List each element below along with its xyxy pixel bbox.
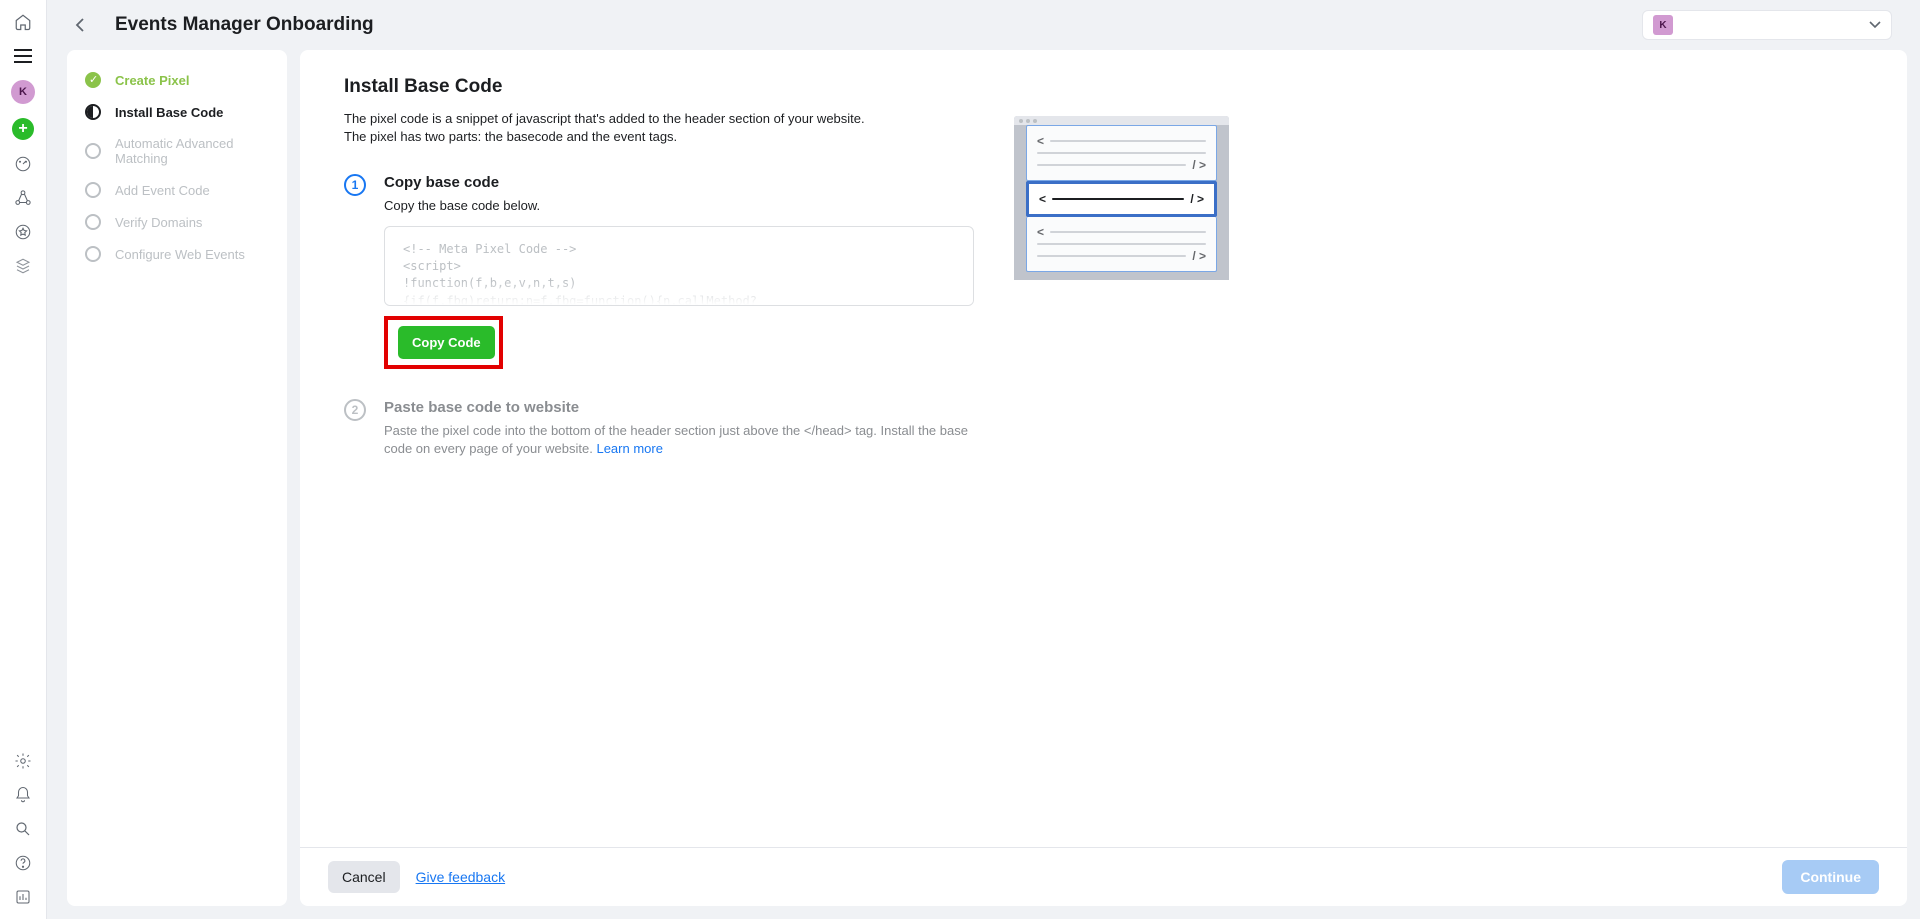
circle-icon [85,246,101,262]
avatar[interactable]: K [11,80,35,104]
steps-sidebar: Create Pixel Install Base Code Automatic… [67,50,287,906]
give-feedback-link[interactable]: Give feedback [416,869,506,885]
step-automatic-matching[interactable]: Automatic Advanced Matching [67,128,287,174]
gear-icon[interactable] [13,751,33,771]
learn-more-link[interactable]: Learn more [596,441,662,456]
page-title: Events Manager Onboarding [115,14,374,36]
account-selector[interactable]: K [1642,10,1892,40]
report-icon[interactable] [13,887,33,907]
star-icon[interactable] [13,222,33,242]
substep-number: 1 [344,174,366,196]
substep-copy: 1 Copy base code Copy the base code belo… [344,174,974,368]
home-icon[interactable] [13,12,33,32]
step-label: Create Pixel [115,73,189,88]
search-icon[interactable] [13,819,33,839]
share-icon[interactable] [13,188,33,208]
window-bar-icon [1014,116,1229,125]
footer: Cancel Give feedback Continue [300,847,1907,906]
cancel-button[interactable]: Cancel [328,861,400,893]
illustration: < / > </ > < / > [1014,116,1229,821]
step-verify-domains[interactable]: Verify Domains [67,206,287,238]
substep-paste: 2 Paste base code to website Paste the p… [344,399,974,458]
bell-icon[interactable] [13,785,33,805]
back-button[interactable] [75,11,103,39]
substep-title: Copy base code [384,174,974,191]
substep-number: 2 [344,399,366,421]
substep-title: Paste base code to website [384,399,974,416]
left-rail: K + [0,0,47,919]
account-avatar: K [1653,15,1673,35]
continue-button[interactable]: Continue [1782,860,1879,894]
copy-code-button[interactable]: Copy Code [398,326,495,359]
circle-icon [85,143,101,159]
step-label: Verify Domains [115,215,202,230]
help-icon[interactable] [13,853,33,873]
step-configure-web-events[interactable]: Configure Web Events [67,238,287,270]
illustration-window: < / > </ > < / > [1014,116,1229,280]
step-label: Install Base Code [115,105,223,120]
half-circle-icon [85,104,101,120]
substep-desc: Paste the pixel code into the bottom of … [384,422,974,458]
substep-desc: Copy the base code below. [384,197,974,215]
header: Events Manager Onboarding K [47,0,1920,50]
check-icon [85,72,101,88]
section-title: Install Base Code [344,76,974,98]
circle-icon [85,182,101,198]
circle-icon [85,214,101,230]
step-label: Automatic Advanced Matching [115,136,269,166]
step-create-pixel[interactable]: Create Pixel [67,64,287,96]
highlight-box: Copy Code [384,316,503,369]
chevron-down-icon [1869,21,1881,29]
gauge-icon[interactable] [13,154,33,174]
step-label: Add Event Code [115,183,210,198]
stack-icon[interactable] [13,256,33,276]
step-label: Configure Web Events [115,247,245,262]
add-icon[interactable]: + [12,118,34,140]
main-panel: Install Base Code The pixel code is a sn… [300,50,1907,906]
substep-desc-text: Paste the pixel code into the bottom of … [384,423,968,456]
step-install-base-code[interactable]: Install Base Code [67,96,287,128]
code-box[interactable]: <!-- Meta Pixel Code --> <script> !funct… [384,226,974,306]
section-description: The pixel code is a snippet of javascrip… [344,110,904,146]
step-add-event-code[interactable]: Add Event Code [67,174,287,206]
menu-icon[interactable] [13,46,33,66]
